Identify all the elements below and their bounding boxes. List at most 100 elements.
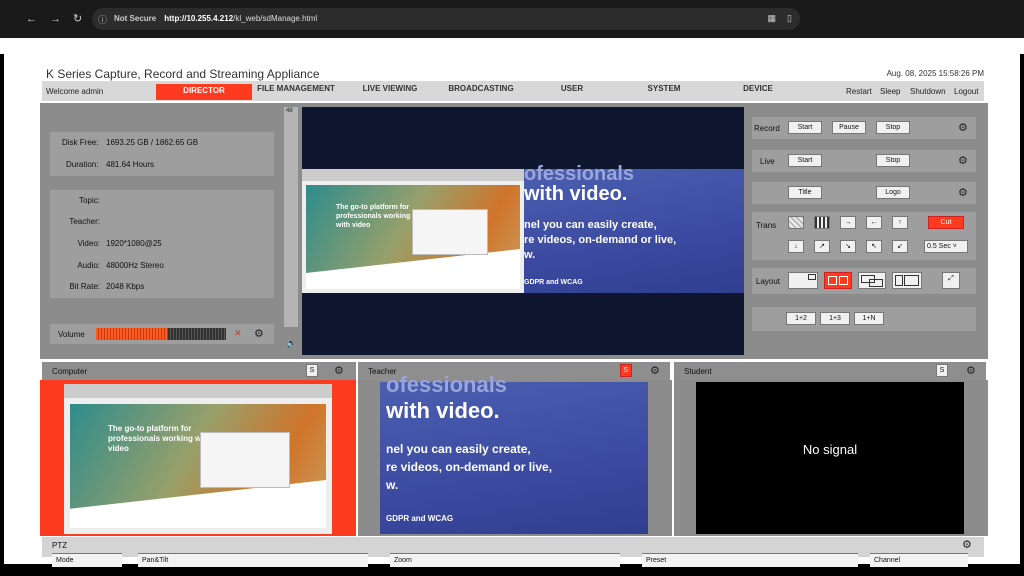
preview-body-1: nel you can easily create, [524,219,657,231]
teacher-video-panel[interactable]: ofessionals with video. nel you can easi… [358,372,672,536]
nav-system[interactable]: SYSTEM [640,84,688,100]
ptz-channel-section[interactable]: Channel [870,553,968,567]
record-settings-gear-icon[interactable]: ⚙ [958,122,970,134]
volume-slider[interactable]: 48 [284,107,298,327]
trans-blinds-button[interactable] [814,216,830,229]
address-bar[interactable]: ⓘ Not Secure http://10.255.4.212/kl_web/s… [92,8,800,30]
volume-settings-gear-icon[interactable]: ⚙ [254,328,266,340]
shutdown-link[interactable]: Shutdown [910,87,946,96]
computer-settings-gear-icon[interactable]: ⚙ [334,365,346,377]
preview-footer-text: GDPR and WCAG [524,279,583,286]
ptz-channel-label: Channel [874,557,901,564]
record-label: Record [754,124,780,133]
title-button[interactable]: Title [788,186,822,199]
nav-director[interactable]: DIRECTOR [156,84,252,100]
layout-pip-button[interactable] [788,272,818,289]
ptz-mode-section[interactable]: Mode [52,553,122,567]
qr-icon[interactable]: ▦ [767,13,776,24]
trans-up-left-arrow-icon[interactable]: ↖ [866,240,882,253]
teacher-settings-gear-icon[interactable]: ⚙ [650,365,662,377]
back-icon[interactable]: ← [26,14,37,25]
trans-left-arrow-icon[interactable]: ← [866,216,882,229]
trans-down-left-arrow-icon[interactable]: ↙ [892,240,908,253]
reload-icon[interactable]: ↻ [73,14,82,25]
volume-side-value: 48 [286,108,293,114]
nav-live-viewing[interactable]: LIVE VIEWING [352,84,428,100]
overlay-settings-gear-icon[interactable]: ⚙ [958,187,970,199]
speaker-icon[interactable]: 🔈 [286,338,297,349]
ptz-settings-gear-icon[interactable]: ⚙ [962,539,974,551]
record-pause-button[interactable]: Pause [832,121,866,134]
overlay-row: Title Logo ⚙ [752,182,976,204]
teacher-big-text-2: with video. [386,398,500,423]
student-select-button[interactable]: S [936,364,948,377]
volume-label: Volume [58,330,85,339]
trans-up-right-arrow-icon[interactable]: ↗ [814,240,830,253]
duration-value: 481.64 Hours [106,160,155,169]
bookmark-icon[interactable]: ▯ [787,13,792,24]
record-stop-button[interactable]: Stop [876,121,910,134]
computer-feed: The go-to platform for professionals wor… [302,169,524,293]
teacher-select-button[interactable]: S [620,364,632,377]
student-settings-gear-icon[interactable]: ⚙ [966,365,978,377]
mute-icon[interactable]: ✕ [234,328,242,339]
nav-file-management[interactable]: FILE MANAGEMENT [252,84,340,100]
layout-split-button[interactable] [892,272,922,289]
layout-swap-icon[interactable]: ⤢ [942,272,960,289]
live-stop-button[interactable]: Stop [876,154,910,167]
forward-icon[interactable]: → [50,14,61,25]
sleep-link[interactable]: Sleep [880,87,900,96]
preview-body-3: w. [524,249,536,261]
trans-up-arrow-icon[interactable]: ↑ [892,216,908,229]
live-settings-gear-icon[interactable]: ⚙ [958,155,970,167]
record-start-button[interactable]: Start [788,121,822,134]
no-signal-text: No signal [802,442,858,457]
audio-value: 48000Hz Stereo [106,261,164,270]
audio-label: Audio: [77,261,100,270]
ptz-preset-section[interactable]: Preset [642,553,858,567]
nav-user[interactable]: USER [552,84,592,100]
nav-broadcasting[interactable]: BROADCASTING [440,84,522,100]
layout-side-by-side-button[interactable] [824,272,852,289]
transition-speed-select[interactable]: 0.5 Sec ˅ [924,240,968,253]
preview-big-text-2: with video. [524,183,628,205]
volume-meter[interactable] [96,328,226,340]
combo-1-n-button[interactable]: 1+N [854,312,884,325]
ptz-pantilt-section[interactable]: Pan&Tilt [138,553,368,567]
computer-select-button[interactable]: S [306,364,318,377]
browser-toolbar: ← → ↻ ⓘ Not Secure http://10.255.4.212/kl… [0,0,1024,38]
logo-button[interactable]: Logo [876,186,910,199]
teacher-label: Teacher: [69,217,100,226]
student-video-panel[interactable]: No signal [674,380,988,536]
trans-down-arrow-icon[interactable]: ↓ [788,240,804,253]
live-start-button[interactable]: Start [788,154,822,167]
trans-down-right-arrow-icon[interactable]: ↘ [840,240,856,253]
teacher-feed: ofessionals with video. nel you can easi… [522,163,744,293]
ptz-zoom-label: Zoom [394,557,412,564]
teacher-body-2: re videos, on-demand or live, [386,460,553,474]
disk-free-label: Disk Free: [62,138,99,147]
video-label: Video: [77,239,100,248]
site-info-icon[interactable]: ⓘ [98,13,107,26]
combo-1-2-button[interactable]: 1+2 [786,312,816,325]
ptz-zoom-section[interactable]: Zoom [390,553,620,567]
cut-button[interactable]: Cut [928,216,964,229]
layout-label: Layout [756,277,781,286]
student-source-header: Student S ⚙ [674,362,986,380]
logout-link[interactable]: Logout [954,87,978,96]
student-source-label: Student [684,367,712,376]
trans-right-arrow-icon[interactable]: → [840,216,856,229]
restart-link[interactable]: Restart [846,87,872,96]
computer-video-panel[interactable]: The go-to platform for professionals wor… [40,380,356,536]
combo-1-3-button[interactable]: 1+3 [820,312,850,325]
teacher-body-1: nel you can easily create, [386,442,531,456]
ptz-label: PTZ [52,541,68,550]
nav-device[interactable]: DEVICE [736,84,780,100]
video-value: 1920*1080@25 [106,239,162,248]
layout-overlap-button[interactable] [858,272,886,289]
trans-mosaic-button[interactable] [788,216,804,229]
teacher-footer-text: GDPR and WCAG [386,514,454,523]
main-nav: Welcome admin DIRECTOR FILE MANAGEMENT L… [42,81,984,101]
preview-body-2: re videos, on-demand or live, [524,234,677,246]
bitrate-label: Bit Rate: [69,282,100,291]
